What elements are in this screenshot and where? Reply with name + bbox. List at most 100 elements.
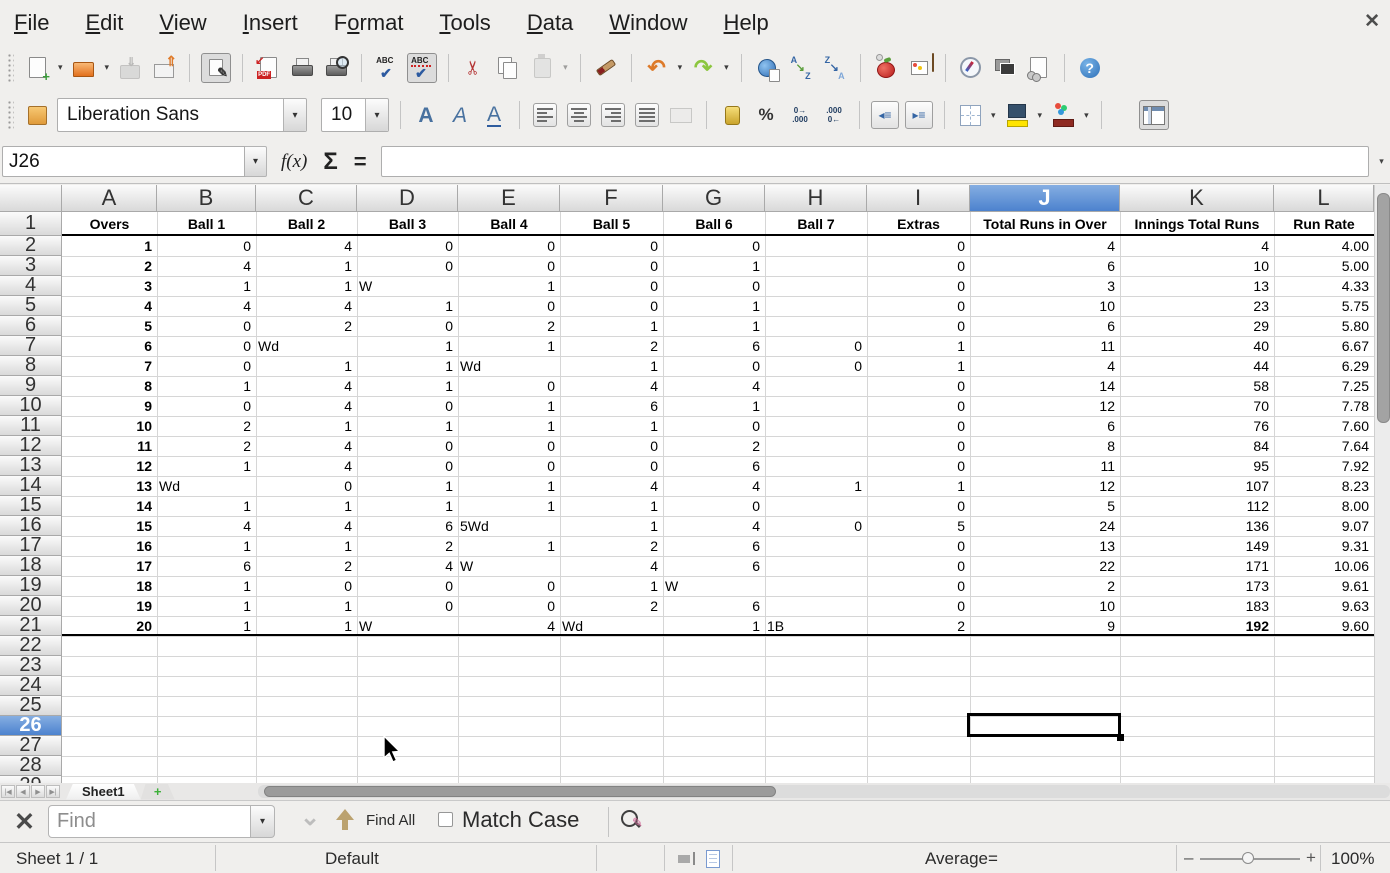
cell[interactable]: 2 [867, 616, 965, 636]
cell[interactable]: 2 [560, 536, 658, 556]
hyperlink-icon[interactable] [753, 54, 781, 82]
insert-mode-icon[interactable] [678, 855, 690, 863]
cell[interactable]: 1 [357, 356, 453, 376]
cell[interactable]: 6.67 [1274, 336, 1369, 356]
open-icon[interactable] [70, 54, 98, 82]
cell[interactable]: 2 [256, 556, 352, 576]
cell[interactable]: 4 [560, 476, 658, 496]
cell[interactable]: 6 [663, 456, 760, 476]
cell[interactable]: 14 [62, 496, 152, 516]
gallery-icon[interactable] [991, 54, 1019, 82]
cell[interactable]: 58 [1120, 376, 1269, 396]
cell[interactable]: 4.00 [1274, 236, 1369, 256]
cell[interactable]: 13 [970, 536, 1115, 556]
find-previous-icon[interactable] [336, 809, 354, 833]
cell[interactable]: 10 [970, 296, 1115, 316]
menu-data[interactable]: Data [527, 10, 573, 36]
menu-file[interactable]: File [14, 10, 49, 36]
row-header-18[interactable]: 18 [0, 556, 62, 576]
cell[interactable]: 4 [1120, 236, 1269, 256]
cell[interactable]: 7.92 [1274, 456, 1369, 476]
selection-handle[interactable] [1117, 734, 1124, 741]
cell[interactable]: 1 [357, 496, 453, 516]
row-header-22[interactable]: 22 [0, 636, 62, 656]
increase-indent-icon[interactable]: ▸≡ [905, 101, 933, 129]
cell[interactable]: 136 [1120, 516, 1269, 536]
cell[interactable]: 4 [458, 616, 555, 636]
cell[interactable]: 84 [1120, 436, 1269, 456]
cell[interactable]: 0 [157, 236, 251, 256]
cell[interactable]: 4 [256, 376, 352, 396]
cell[interactable]: 4 [970, 356, 1115, 376]
cell[interactable]: 0 [357, 456, 453, 476]
column-header-A[interactable]: A [62, 185, 157, 212]
cell[interactable]: 17 [62, 556, 152, 576]
cell[interactable]: 5 [62, 316, 152, 336]
cell[interactable]: 0 [560, 236, 658, 256]
cell[interactable]: 0 [663, 276, 760, 296]
sheet-tab-sheet1[interactable]: Sheet1 [66, 784, 141, 800]
clone-formatting-icon[interactable] [592, 54, 620, 82]
cell[interactable]: 6.29 [1274, 356, 1369, 376]
previous-sheet-icon[interactable]: ◀ [16, 785, 30, 798]
cell[interactable]: 4 [256, 296, 352, 316]
cell[interactable]: 4 [256, 456, 352, 476]
cell[interactable]: 1 [256, 416, 352, 436]
cell[interactable]: Ball 3 [357, 212, 458, 236]
cell[interactable]: 1 [157, 616, 251, 636]
cell[interactable]: 171 [1120, 556, 1269, 576]
borders-dropdown-icon[interactable]: ▾ [991, 110, 996, 121]
help-icon[interactable]: ? [1076, 54, 1104, 82]
row-header-1[interactable]: 1 [0, 212, 62, 236]
find-input[interactable] [48, 805, 251, 838]
cell[interactable]: 16 [62, 536, 152, 556]
cell[interactable]: 4 [256, 516, 352, 536]
cell[interactable]: 23 [1120, 296, 1269, 316]
cell[interactable]: 0 [765, 356, 862, 376]
cell[interactable]: 173 [1120, 576, 1269, 596]
close-find-bar-icon[interactable]: ✕ [14, 807, 35, 837]
percent-icon[interactable]: % [752, 101, 780, 129]
cell[interactable]: 4 [560, 376, 658, 396]
background-color-dropdown-icon[interactable]: ▾ [1038, 110, 1043, 121]
cell[interactable]: Ball 2 [256, 212, 357, 236]
cell[interactable]: Extras [867, 212, 970, 236]
auto-spellcheck-icon[interactable]: ABC✔ [407, 53, 437, 83]
align-justify-icon[interactable] [633, 101, 661, 129]
align-left-icon[interactable] [531, 101, 559, 129]
last-sheet-icon[interactable]: ▶| [46, 785, 60, 798]
cell[interactable]: 1 [663, 396, 760, 416]
column-header-D[interactable]: D [357, 185, 458, 212]
cell[interactable]: 1 [256, 596, 352, 616]
cell[interactable]: 1 [560, 516, 658, 536]
cell[interactable]: 0 [357, 236, 453, 256]
cell[interactable]: 10.06 [1274, 556, 1369, 576]
equals-icon[interactable]: = [354, 149, 367, 175]
toolbar-grip[interactable] [7, 100, 14, 130]
cell[interactable]: 9.31 [1274, 536, 1369, 556]
row-header-17[interactable]: 17 [0, 536, 62, 556]
cell[interactable]: 6 [157, 556, 251, 576]
background-color-icon[interactable] [1003, 101, 1031, 129]
cell[interactable]: 4 [256, 396, 352, 416]
cell[interactable]: 3 [970, 276, 1115, 296]
cell[interactable]: 0 [867, 236, 965, 256]
new-document-dropdown-icon[interactable]: ▾ [58, 62, 63, 73]
cell[interactable]: Total Runs in Over [970, 212, 1120, 236]
cell[interactable]: 0 [458, 436, 555, 456]
column-header-B[interactable]: B [157, 185, 256, 212]
row-header-11[interactable]: 11 [0, 416, 62, 436]
cell[interactable]: 1 [458, 336, 555, 356]
cell[interactable]: 13 [1120, 276, 1269, 296]
cell[interactable]: 1 [560, 316, 658, 336]
cell[interactable]: 0 [256, 476, 352, 496]
cell[interactable]: 8 [62, 376, 152, 396]
cell[interactable]: 0 [867, 256, 965, 276]
cell[interactable]: 4 [256, 436, 352, 456]
cell[interactable]: 1 [357, 476, 453, 496]
cell[interactable]: 0 [867, 296, 965, 316]
cell[interactable]: 5.75 [1274, 296, 1369, 316]
selection-summary[interactable]: Average= [925, 849, 998, 869]
cell[interactable]: 7.78 [1274, 396, 1369, 416]
cell[interactable]: 1 [256, 496, 352, 516]
